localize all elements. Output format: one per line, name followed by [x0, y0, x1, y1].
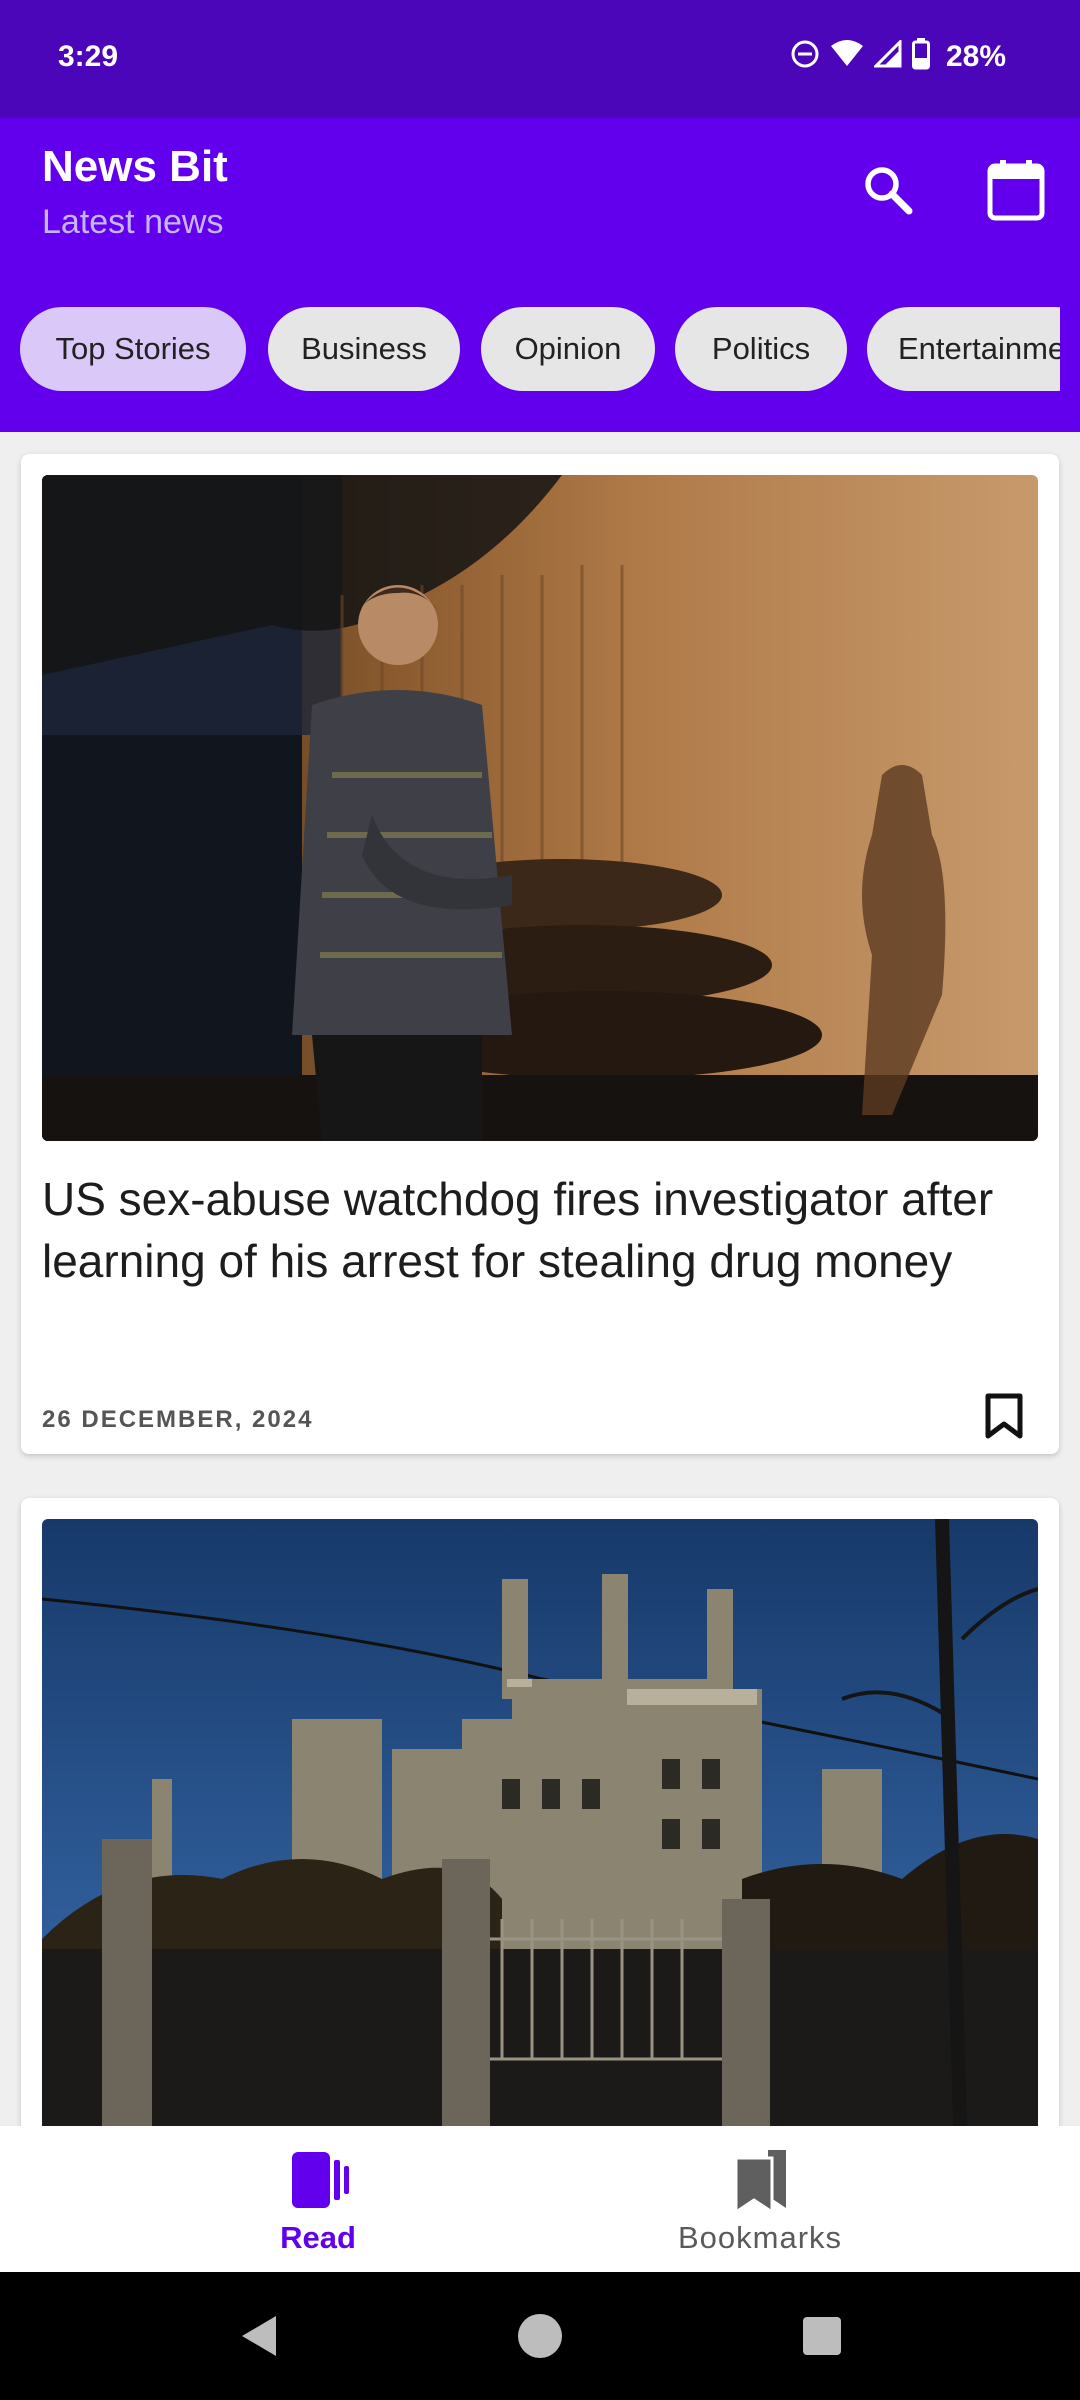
do-not-disturb-icon — [790, 39, 820, 74]
bookmark-outline-icon — [985, 1393, 1023, 1439]
recents-icon — [803, 2317, 841, 2355]
search-icon — [865, 167, 913, 215]
chip-opinion[interactable]: Opinion — [481, 307, 655, 391]
article-date: 26 DECEMBER, 2024 — [42, 1406, 314, 1433]
article-title[interactable]: US sex-abuse watchdog fires investigator… — [42, 1168, 1032, 1292]
read-icon — [292, 2152, 349, 2208]
battery-icon — [911, 38, 930, 75]
nav-label-bookmarks: Bookmarks — [677, 2220, 843, 2255]
home-icon — [518, 2314, 562, 2358]
app-title: News Bit — [42, 142, 228, 191]
home-button[interactable] — [508, 2304, 572, 2368]
calendar-icon — [987, 160, 1045, 221]
app-bar: News Bit Latest news Top Stories Busines… — [0, 118, 1080, 432]
status-icons: 28% — [790, 38, 1006, 75]
category-chips: Top Stories Business Opinion Politics En… — [20, 307, 1060, 393]
status-bar: 3:29 28% — [0, 0, 1080, 118]
chip-entertainment[interactable]: Entertainment — [867, 307, 1060, 391]
back-icon — [242, 2316, 276, 2356]
calendar-button[interactable] — [971, 145, 1061, 235]
search-button[interactable] — [843, 145, 933, 235]
battery-percent: 28% — [945, 39, 1006, 73]
nav-label-read: Read — [280, 2220, 356, 2255]
chip-politics[interactable]: Politics — [675, 307, 847, 391]
article-image — [42, 475, 1038, 1141]
back-button[interactable] — [226, 2304, 290, 2368]
status-time: 3:29 — [58, 40, 119, 73]
article-card[interactable] — [21, 1498, 1059, 2126]
chip-top-stories[interactable]: Top Stories — [20, 307, 246, 391]
signal-icon — [872, 38, 902, 73]
news-feed[interactable]: US sex-abuse watchdog fires investigator… — [0, 432, 1080, 2126]
system-navigation-bar — [0, 2272, 1080, 2400]
bookmark-button[interactable] — [972, 1384, 1036, 1448]
nav-item-bookmarks[interactable]: Bookmarks — [610, 2126, 910, 2272]
bottom-navigation: Read Bookmarks — [0, 2126, 1080, 2272]
article-image — [42, 1519, 1038, 2126]
article-card[interactable]: US sex-abuse watchdog fires investigator… — [21, 454, 1059, 1454]
app-subtitle: Latest news — [42, 203, 224, 241]
chip-business[interactable]: Business — [268, 307, 460, 391]
bookmarks-icon — [734, 2150, 786, 2215]
news-app-screen: 3:29 28% News Bit Latest news Top Storie… — [0, 0, 1080, 2400]
wifi-icon — [830, 40, 864, 73]
recents-button[interactable] — [790, 2304, 854, 2368]
nav-item-read[interactable]: Read — [168, 2126, 468, 2272]
